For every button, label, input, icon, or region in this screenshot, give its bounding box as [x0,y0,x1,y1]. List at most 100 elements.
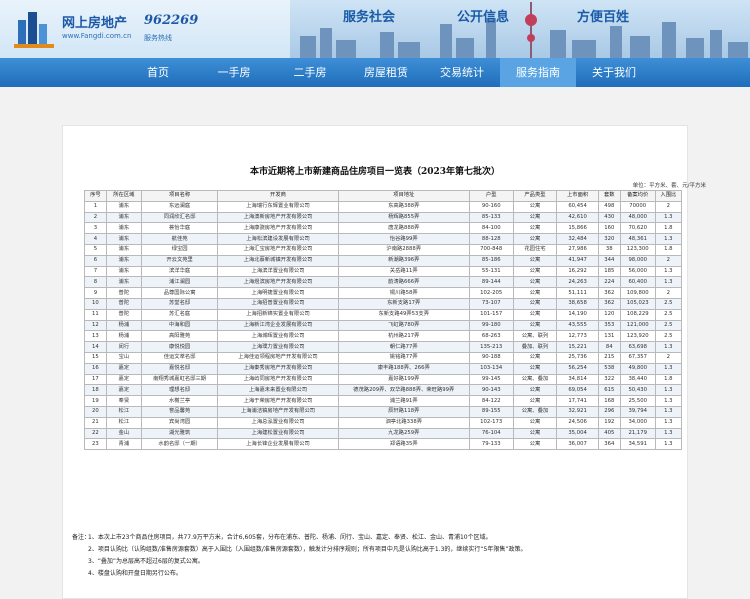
column-header: 上市面积 [556,190,599,202]
table-cell: 38,658 [556,297,599,310]
table-cell: 朝仁路77弄 [337,341,470,353]
projects-table: 序号 所在区域 项目名称 开发商 项目地址 户型 产品类型 上市面积 套数 备案均价 入围比 1 浦东… [84,190,683,451]
table-cell: 215 [597,351,621,364]
table-cell: 22 [84,427,107,440]
table-cell: 84 [597,341,621,353]
table-cell: 16,292 [556,265,599,278]
table-cell: 1.3 [654,233,683,245]
table-cell: 浦东 [105,276,142,289]
table-cell: 1.3 [654,265,683,278]
table-cell: 39,794 [619,405,656,418]
table-cell: 嘉好路199弄 [337,373,470,386]
table-row: 14 闵行 康悦悦园 上海璞力置业有限公司 朝仁路77弄 135-213 叠加、联列 15,2… [84,341,683,353]
table-cell: 1.3 [654,427,683,440]
table-cell: 17 [84,373,107,386]
table-row: 15 宝山 佳运文萃名邸 上海佳运领程房地产开发有限公司 姚铭路77弄 90-188 公寓 2… [84,351,683,364]
nav-item-rental[interactable]: 房屋租赁 [348,58,424,87]
table-cell: 公寓 [512,319,558,332]
table-row: 16 嘉定 嘉悦名邸 上海秦秀房地产开发有限公司 康丰路188弄、266弄 103-134… [84,362,683,375]
table-cell: 公寓 [512,438,558,451]
table-cell: 23 [84,438,107,451]
table-cell: 普陀 [105,297,142,310]
table-row: 2 浦东 同润欣汇名邸 上海澳新房地产开发有限公司 杨辉路855弄 85-133 公寓 42,… [84,211,683,224]
nav-item-new-homes[interactable]: 一手房 [196,58,272,87]
table-cell: 公寓 [512,362,558,375]
table-cell: 430 [597,211,621,224]
table-cell: 荟怡华庭 [140,222,219,235]
table-cell: 1.3 [654,211,683,224]
table-cell: 73-107 [468,297,514,310]
table-cell: 浦东 [105,211,142,224]
table-cell: 88-128 [468,233,514,245]
table-row: 22 金山 湖光雅筑 上海建松置业有限公司 九龙路259弄 76-104 公寓 35,004 4… [84,427,683,440]
table-cell: 上海佳运领程房地产开发有限公司 [217,351,339,364]
table-cell: 38,440 [619,373,656,386]
nav-item-second-hand[interactable]: 二手房 [272,58,348,87]
table-cell: 102-173 [468,416,514,429]
table-cell: 48,361 [619,233,656,245]
table-cell: 公寓、叠加 [512,373,558,386]
table-cell: 2 [654,287,683,299]
table-cell: 公寓 [512,254,558,267]
table-cell: 2.5 [654,319,683,332]
nav-item-about[interactable]: 关于我们 [576,58,652,87]
table-cell: 32,484 [556,233,599,245]
table-cell: 苏汇名庭 [140,308,219,321]
table-cell: 320 [597,233,621,245]
table-cell: 98,000 [619,254,656,267]
table-cell: 苏堂名邸 [140,297,219,310]
table-cell: 公寓 [512,222,558,235]
fangdi-logo-icon[interactable] [14,10,56,48]
brand-name[interactable]: 网上房地产 [62,12,127,31]
table-cell: 56,000 [619,265,656,278]
table-cell: 上海康骁房地产开发有限公司 [217,222,339,235]
table-cell: 55-131 [468,265,514,278]
table-cell: 12 [84,319,107,332]
column-header: 户型 [468,190,514,202]
nav-item-statistics[interactable]: 交易统计 [424,58,500,87]
nav-item-service-guide[interactable]: 服务指南 [500,58,576,87]
table-cell: 公寓 [512,416,558,429]
table-cell: 27,986 [556,243,599,256]
table-cell: 辰轩路118弄 [337,405,470,418]
table-cell: 15 [84,351,107,364]
note-line-4: 4、楼盘认购和开盘日期另行公布。 [88,570,182,577]
table-cell: 67,357 [619,351,656,364]
table-cell: 353 [597,319,621,332]
table-cell: 121,000 [619,319,656,332]
table-cell: 2 [654,254,683,267]
table-cell: 普陀 [105,308,142,321]
table-cell: 高阳雅苑 [140,330,219,343]
table-cell: 新潮路396弄 [337,254,470,267]
table-cell: 公寓 [512,265,558,278]
table-cell: 飞虹路780弄 [337,319,470,332]
table-row: 18 嘉定 理想名邸 上海嘉未来置业有限公司 德茂路209弄、双华路888弄、荣旺路99… [84,384,683,397]
table-cell: 松江 [105,416,142,429]
table-cell: 21 [84,416,107,429]
table-cell: 松江 [105,405,142,418]
table-cell: 杨浦 [105,330,142,343]
table-cell: 沪南路2888弄 [337,243,470,256]
table-cell: 1.3 [654,276,683,289]
table-cell: 德茂路209弄、双华路888弄、荣旺路99弄 [337,384,470,397]
table-row: 4 浦东 航佳苑 上海松滨建设发展有限公司 怡谷路99弄 88-128 公寓 32,484 32… [84,233,683,245]
table-cell: 1 [84,200,107,213]
table-row: 3 浦东 荟怡华庭 上海康骁房地产开发有限公司 唐龙路888弄 84-100 公寓 15,86… [84,222,683,235]
brand-url: www.Fangdi.com.cn [62,32,132,40]
table-cell: 1.3 [654,416,683,429]
table-cell: 103-134 [468,362,514,375]
column-header: 备案均价 [619,190,656,202]
table-cell: 浦东 [105,200,142,213]
table-cell: 362 [597,297,621,310]
table-cell: 南翔秀城嘉虹名邸三期 [140,373,219,386]
column-header: 项目地址 [337,190,470,202]
nav-item-home[interactable]: 首页 [120,58,196,87]
table-cell: 60,454 [556,200,599,213]
table-cell: 192 [597,416,621,429]
table-cell: 公寓 [512,211,558,224]
table-cell: 公寓、联列 [512,330,558,343]
table-row: 21 松江 宾尚湾园 上海总泓置业有限公司 泗亭北路338弄 102-173 公寓 24,50… [84,416,683,429]
document-title: 本市近期将上市新建商品住房项目一览表（2023年第七批次） [249,167,501,177]
table-cell: 70,620 [619,222,656,235]
table-cell: 20 [84,405,107,418]
